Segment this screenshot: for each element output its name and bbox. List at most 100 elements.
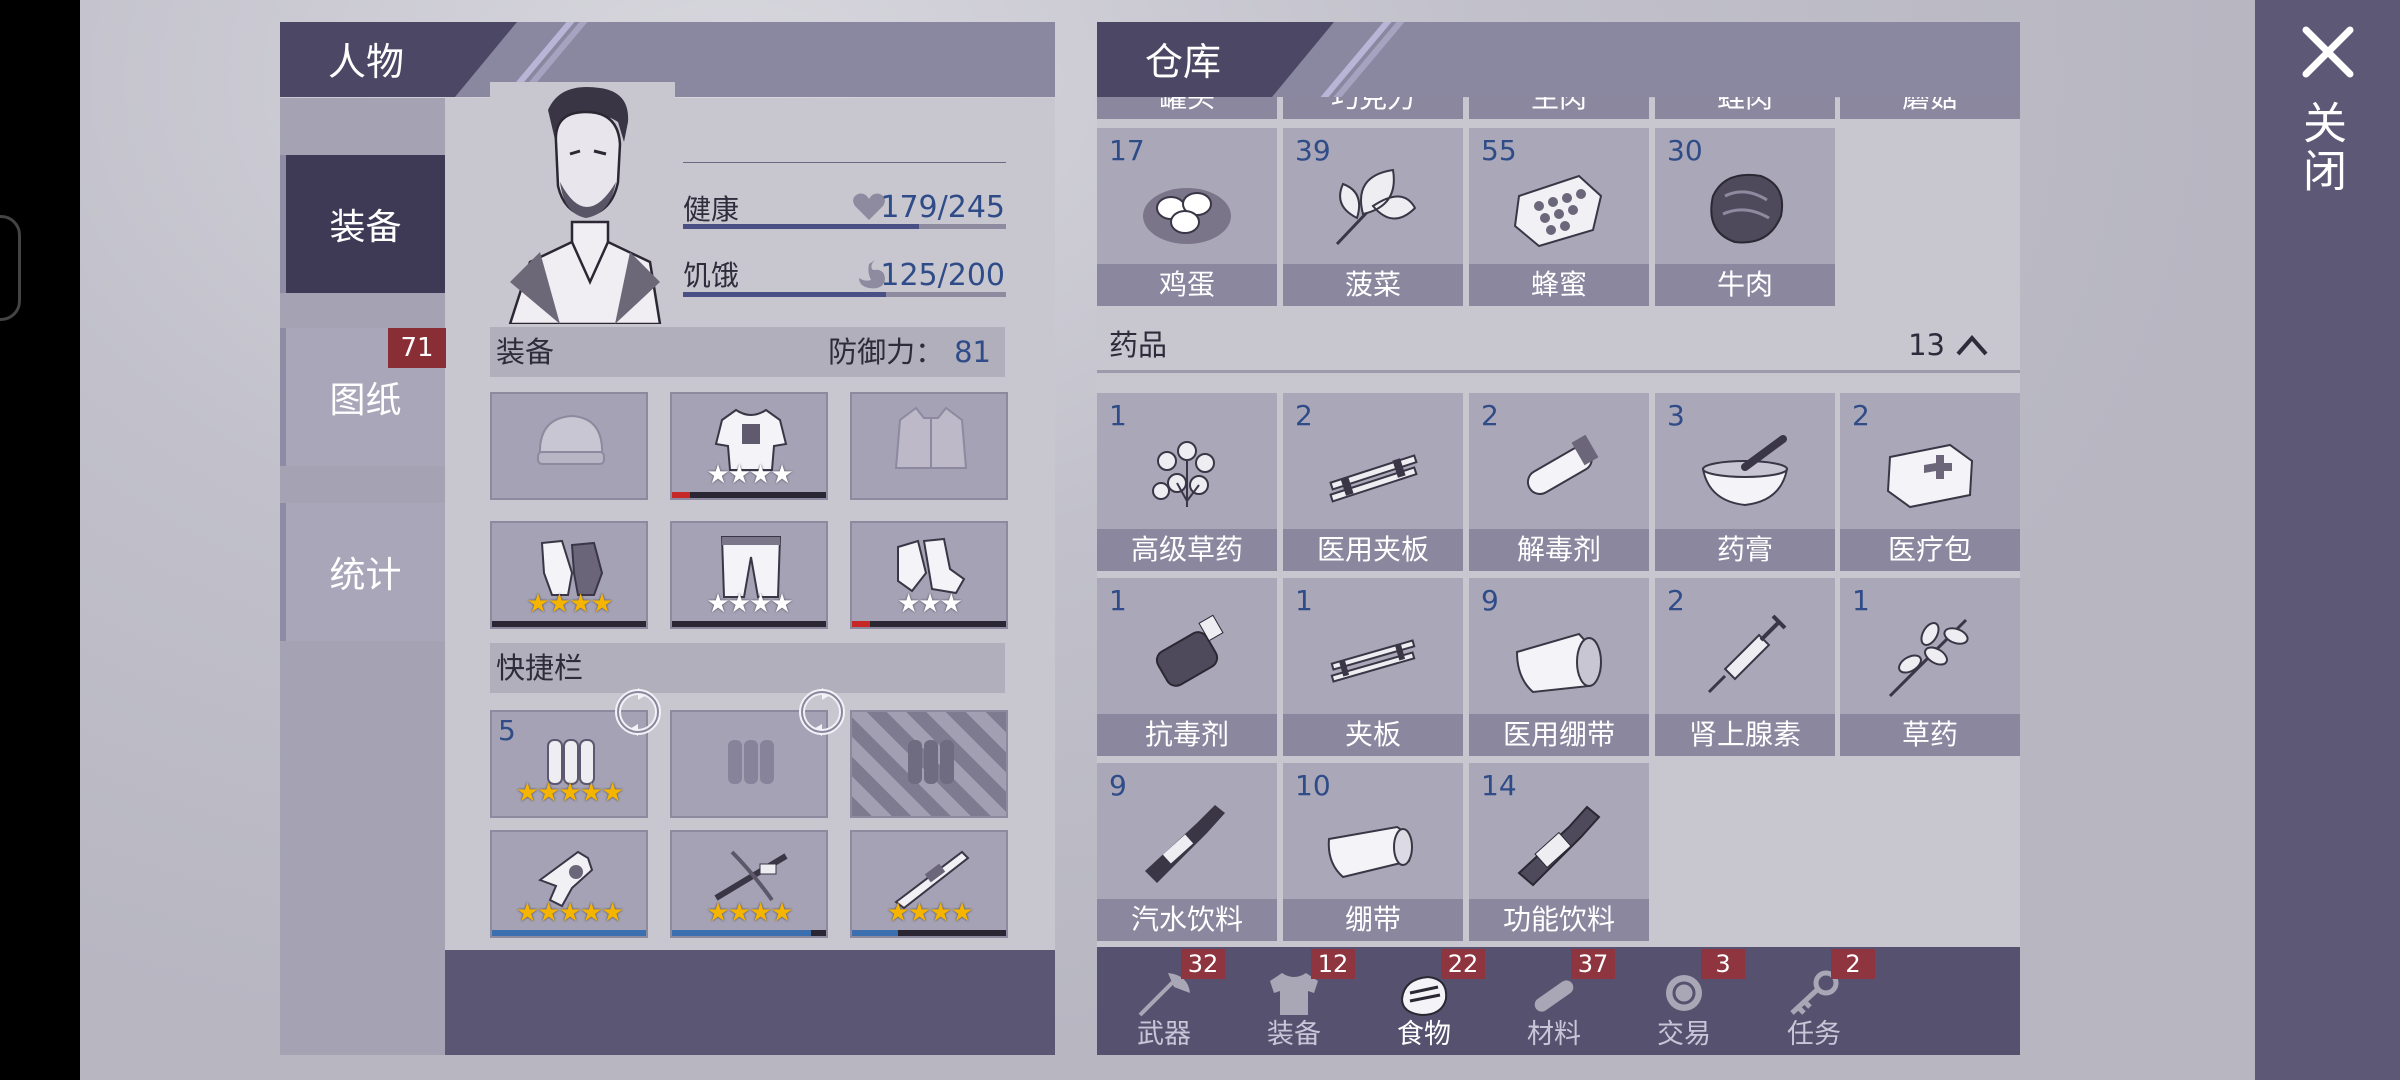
antidote-vial-icon (1526, 434, 1599, 495)
equipment-slot-head[interactable] (490, 392, 648, 500)
tab-materials[interactable]: 37 材料 (1489, 947, 1619, 1055)
health-label: 健康 (683, 193, 740, 226)
medicine-item[interactable]: 2 解毒剂 (1469, 393, 1649, 571)
tab-food[interactable]: 22 食物 (1359, 947, 1489, 1055)
star-icon: ★ (918, 589, 941, 619)
item-name: 牛肉 (1655, 264, 1835, 306)
stats-divider (683, 162, 1006, 163)
quickbar-slot-locked[interactable] (850, 710, 1008, 818)
item-name: 草药 (1840, 714, 2020, 756)
item-count: 2 (1667, 584, 1685, 617)
splint-icon (1330, 639, 1416, 683)
medicine-category-header[interactable]: 药品 13 (1097, 318, 2020, 373)
close-icon[interactable] (2298, 22, 2358, 82)
health-bar-fill (683, 224, 919, 229)
star-icon: ★ (770, 460, 793, 490)
tab-badge: 22 (1441, 949, 1485, 979)
tab-gear[interactable]: 12 装备 (1229, 947, 1359, 1055)
medicine-label: 药品 (1109, 328, 1168, 362)
durability-fill (672, 930, 811, 936)
food-item-cut[interactable]: 蘑菇 (1840, 97, 2020, 119)
medicine-item[interactable]: 3 药膏 (1655, 393, 1835, 571)
food-item-spinach[interactable]: 39 菠菜 (1283, 128, 1463, 306)
medicine-item[interactable]: 9 汽水饮料 (1097, 763, 1277, 941)
bandage-roll-icon (1327, 825, 1413, 879)
star-icon: ★ (600, 898, 624, 928)
tab-quests[interactable]: 2 任务 (1749, 947, 1879, 1055)
health-value: 179/245 (880, 190, 1005, 225)
durability-bar (492, 930, 646, 936)
tab-statistics[interactable]: 统计 (280, 503, 445, 641)
durability-bar (672, 621, 826, 627)
character-portrait (490, 82, 675, 324)
tab-badge: 3 (1701, 949, 1745, 979)
item-count: 1 (1852, 584, 1870, 617)
durability-bar (852, 621, 1006, 627)
durability-fill (852, 930, 899, 936)
food-item-cut[interactable]: 巧克力 (1283, 97, 1463, 119)
item-name: 绷带 (1283, 899, 1463, 941)
food-item-cut[interactable]: 蛙肉 (1655, 97, 1835, 119)
tab-weapons[interactable]: 32 武器 (1099, 947, 1229, 1055)
tab-trade[interactable]: 3 交易 (1619, 947, 1749, 1055)
quickbar-section-header: 快捷栏 (490, 643, 1005, 693)
medicine-item[interactable]: 14 功能饮料 (1469, 763, 1649, 941)
medicine-item[interactable]: 1 草药 (1840, 578, 2020, 756)
chevron-up-icon[interactable] (1954, 330, 1990, 360)
star-icon: ★ (770, 589, 793, 619)
food-item-honey[interactable]: 55 蜂蜜 (1469, 128, 1649, 306)
food-item-cut[interactable]: 生肉 (1469, 97, 1649, 119)
quickbar-slot-revolver[interactable]: ★★★★★ (490, 830, 648, 938)
medicine-item[interactable]: 9 医用绷带 (1469, 578, 1649, 756)
hunger-bar (683, 292, 1006, 297)
item-count: 2 (1481, 399, 1499, 432)
star-icon: ★ (579, 778, 603, 808)
equipment-slot-gloves[interactable]: ★★★★ (490, 521, 648, 629)
star-icon: ★ (706, 460, 729, 490)
star-icon: ★ (749, 589, 772, 619)
medicine-item[interactable]: 2 医用夹板 (1283, 393, 1463, 571)
close-button[interactable]: 关闭 (2295, 100, 2352, 196)
medicine-item[interactable]: 1 抗毒剂 (1097, 578, 1277, 756)
syringe-icon (1707, 614, 1787, 694)
food-item-eggs[interactable]: 17 鸡蛋 (1097, 128, 1277, 306)
equipment-slot-shirt[interactable]: ★★★★ (670, 392, 828, 500)
star-icon: ★ (526, 589, 549, 619)
food-item-beef[interactable]: 30 牛肉 (1655, 128, 1835, 306)
medicine-item[interactable]: 10 绷带 (1283, 763, 1463, 941)
durability-fill (672, 621, 826, 627)
honeycomb-icon (1513, 174, 1603, 248)
item-count: 1 (1109, 399, 1127, 432)
star-icon: ★ (600, 778, 624, 808)
medicine-item[interactable]: 2 肾上腺素 (1655, 578, 1835, 756)
character-panel-title: 人物 (280, 22, 517, 97)
medicine-item[interactable]: 1 夹板 (1283, 578, 1463, 756)
medicine-item[interactable]: 1 高级草药 (1097, 393, 1277, 571)
tab-equipment[interactable]: 装备 (280, 155, 445, 293)
equipment-slot-pants[interactable]: ★★★★ (670, 521, 828, 629)
quickbar-slot-shotgun[interactable]: ★★★★ (850, 830, 1008, 938)
item-name: 蛙肉 (1716, 97, 1773, 114)
tab-blueprints-label: 图纸 (329, 380, 402, 421)
quickbar-slot-crossbow[interactable]: ★★★★ (670, 830, 828, 938)
food-item-cut[interactable]: 罐头 (1097, 97, 1277, 119)
equipment-slot-outer[interactable] (850, 392, 1008, 500)
equipment-slot-boots[interactable]: ★★★ (850, 521, 1008, 629)
item-name: 功能饮料 (1469, 899, 1649, 941)
herb-cluster-icon (1152, 441, 1215, 507)
swap-icon[interactable] (612, 686, 664, 738)
medical-bandage-icon (1515, 632, 1602, 694)
hunger-label: 饥饿 (683, 259, 740, 292)
item-name: 生肉 (1530, 97, 1587, 114)
header-stripe (1333, 22, 1405, 97)
equipment-section-header: 装备 防御力： 81 (490, 327, 1005, 377)
star-icon: ★ (558, 898, 581, 928)
tab-label: 任务 (1787, 1019, 1841, 1050)
star-icon: ★ (749, 898, 772, 928)
item-name: 罐头 (1158, 97, 1215, 114)
star-icon: ★ (590, 589, 613, 619)
item-count: 9 (1109, 769, 1127, 802)
defense-stat: 防御力： 81 (828, 327, 991, 377)
swap-icon[interactable] (796, 686, 848, 738)
medicine-item[interactable]: 2 医疗包 (1840, 393, 2020, 571)
